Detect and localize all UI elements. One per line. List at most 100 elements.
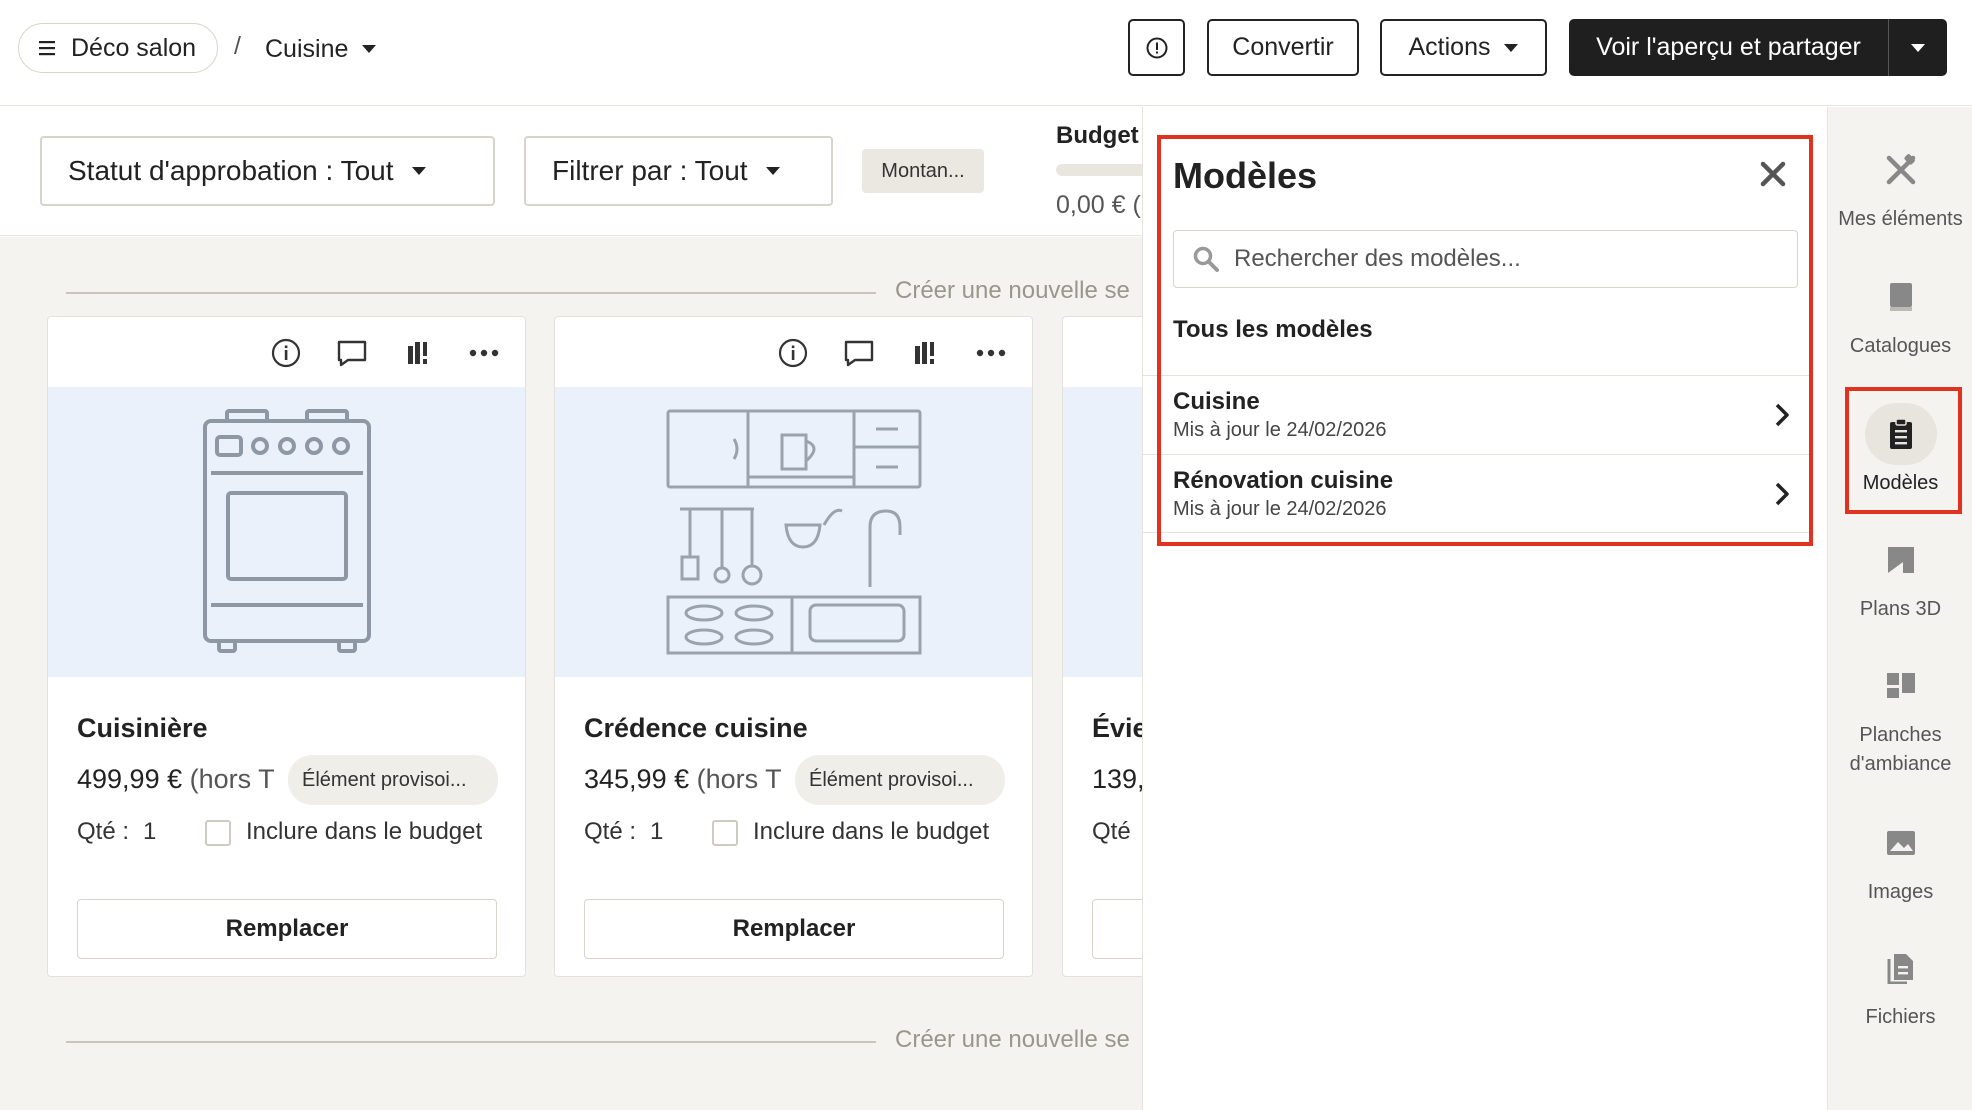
search-icon (1193, 246, 1219, 272)
budget-label: Budget (1056, 122, 1139, 149)
sidebar-item-moodboards[interactable]: Planches d'ambiance (1828, 655, 1972, 779)
top-bar: Déco salon / Cuisine Convertir Actions V… (0, 0, 1972, 106)
sidebar-item-label: Catalogues (1849, 335, 1952, 357)
template-row[interactable]: Cuisine Mis à jour le 24/02/2026 (1143, 375, 1813, 454)
compare-icon[interactable] (902, 333, 948, 373)
item-title: Crédence cuisine (584, 713, 808, 743)
item-title: Cuisinière (77, 713, 208, 743)
template-date: Mis à jour le 24/02/2026 (1173, 498, 1387, 520)
filter-by-label: Filtrer par : Tout (552, 155, 748, 186)
quantity: Qté (1092, 818, 1131, 845)
comment-icon[interactable] (329, 333, 375, 373)
chevron-down-icon (1504, 43, 1519, 52)
more-options-icon[interactable] (968, 333, 1014, 373)
quantity: Qté :1 (77, 818, 157, 845)
chevron-down-icon (765, 167, 780, 175)
sidebar-item-label: Fichiers (1865, 1006, 1936, 1028)
approval-status-label: Statut d'approbation : Tout (68, 155, 394, 186)
item-card: Crédence cuisine 345,99 € (hors T Élémen… (554, 316, 1033, 977)
info-icon (1146, 37, 1167, 58)
item-image[interactable] (48, 387, 525, 677)
provisional-badge: Élément provisoi... (795, 755, 1005, 805)
section-divider (66, 1041, 876, 1043)
provisional-badge: Élément provisoi... (288, 755, 498, 805)
budget-progress-bar (1056, 164, 1146, 176)
stove-icon (202, 409, 371, 653)
sidebar-item-templates[interactable]: Modèles (1828, 403, 1972, 498)
share-button-group: Voir l'aperçu et partager (1569, 19, 1947, 76)
budget-value: 0,00 € ( (1056, 191, 1141, 219)
item-image[interactable] (555, 387, 1032, 677)
template-search-input[interactable] (1234, 245, 1774, 273)
info-button[interactable] (1128, 19, 1185, 76)
chevron-right-icon (1769, 479, 1795, 509)
kitchen-backsplash-icon (666, 409, 921, 655)
sidebar-item-label: Mes éléments (1838, 208, 1963, 230)
sidebar-item-3d-plans[interactable]: Plans 3D (1828, 529, 1972, 624)
include-budget-checkbox[interactable] (205, 820, 231, 846)
section-divider (66, 292, 876, 294)
templates-panel: Modèles Tous les modèles Cuisine Mis à j… (1142, 107, 1827, 1110)
chevron-down-icon (1911, 43, 1925, 52)
filter-bar: Statut d'approbation : Tout Filtrer par … (0, 107, 1146, 236)
template-row[interactable]: Rénovation cuisine Mis à jour le 24/02/2… (1143, 454, 1813, 533)
sidebar-item-my-items[interactable]: Mes éléments (1828, 139, 1972, 234)
include-budget-label: Inclure dans le budget (246, 818, 483, 845)
image-icon (1865, 812, 1937, 874)
sidebar-item-label: Plans 3D (1859, 598, 1942, 620)
clipboard-icon (1864, 403, 1937, 465)
item-price: 499,99 € (hors T (77, 764, 275, 794)
items-grid: Créer une nouvelle se Cuisinière 499,99 … (0, 237, 1142, 1110)
sidebar-item-label: Planches d'ambiance (1849, 724, 1952, 775)
files-icon (1865, 937, 1937, 999)
actions-dropdown-button[interactable]: Actions (1380, 19, 1547, 76)
project-menu-button[interactable]: Déco salon (18, 23, 218, 73)
replace-button[interactable]: Remplacer (584, 899, 1004, 959)
create-section-link[interactable]: Créer une nouvelle se (895, 1026, 1130, 1054)
room-selector[interactable]: Cuisine (265, 30, 377, 68)
item-image[interactable] (1063, 387, 1142, 677)
floorplan-icon (1865, 529, 1937, 591)
share-label: Voir l'aperçu et partager (1596, 33, 1861, 61)
template-name: Cuisine (1173, 388, 1260, 415)
share-options-button[interactable] (1889, 19, 1947, 76)
replace-button[interactable] (1092, 899, 1142, 959)
include-budget-label: Inclure dans le budget (753, 818, 990, 845)
sidebar-item-images[interactable]: Images (1828, 812, 1972, 907)
all-templates-heading: Tous les modèles (1173, 316, 1373, 343)
item-card: Évie 139, Qté (1062, 316, 1142, 977)
item-price: 139, (1092, 764, 1142, 794)
room-name: Cuisine (265, 34, 349, 63)
replace-button[interactable]: Remplacer (77, 899, 497, 959)
amount-chip[interactable]: Montan... (862, 149, 984, 193)
hamburger-icon (39, 41, 55, 56)
include-budget-checkbox[interactable] (712, 820, 738, 846)
item-title: Évie (1092, 713, 1142, 743)
card-toolbar (770, 333, 1014, 373)
sidebar-item-catalogs[interactable]: Catalogues (1828, 266, 1972, 361)
template-search (1173, 230, 1798, 288)
sidebar-item-label: Images (1867, 881, 1934, 903)
convert-button[interactable]: Convertir (1207, 19, 1359, 76)
close-icon[interactable] (1753, 154, 1793, 194)
compare-icon[interactable] (395, 333, 441, 373)
template-date: Mis à jour le 24/02/2026 (1173, 419, 1387, 441)
preview-share-button[interactable]: Voir l'aperçu et partager (1569, 19, 1889, 76)
filter-by-select[interactable]: Filtrer par : Tout (524, 136, 833, 206)
info-icon[interactable] (770, 333, 816, 373)
card-toolbar (263, 333, 507, 373)
info-icon[interactable] (263, 333, 309, 373)
project-name: Déco salon (71, 33, 197, 62)
chevron-right-icon (1769, 400, 1795, 430)
book-icon (1865, 266, 1937, 328)
approval-status-filter[interactable]: Statut d'approbation : Tout (40, 136, 495, 206)
comment-icon[interactable] (836, 333, 882, 373)
actions-label: Actions (1408, 33, 1491, 61)
item-card: Cuisinière 499,99 € (hors T Élément prov… (47, 316, 526, 977)
sidebar-item-label: Modèles (1862, 472, 1939, 494)
chevron-down-icon (411, 167, 426, 175)
create-section-link[interactable]: Créer une nouvelle se (895, 277, 1130, 305)
sidebar-item-files[interactable]: Fichiers (1828, 937, 1972, 1032)
tools-icon (1865, 139, 1937, 201)
more-options-icon[interactable] (461, 333, 507, 373)
